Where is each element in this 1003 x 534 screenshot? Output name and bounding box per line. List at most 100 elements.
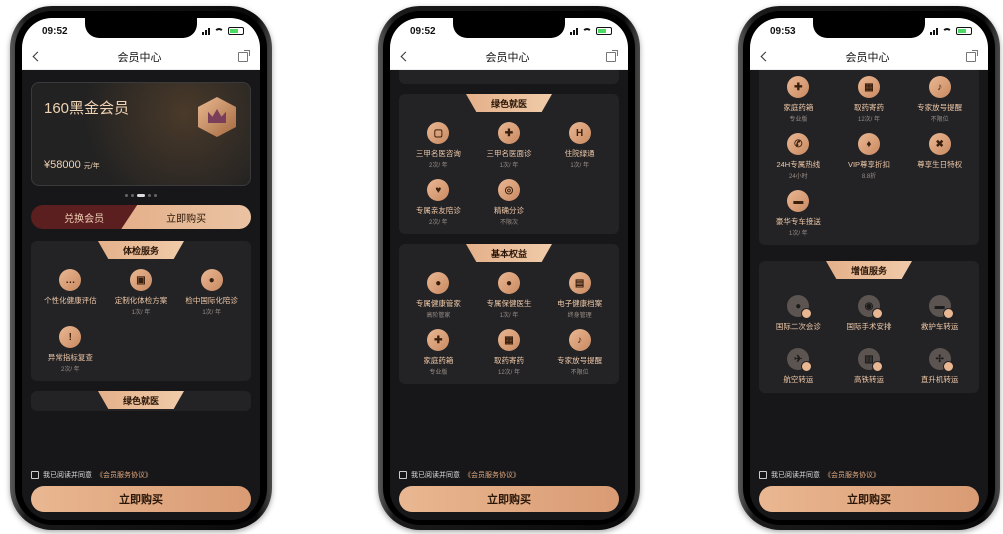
share-icon[interactable]: [238, 49, 250, 62]
status-time: 09:53: [770, 25, 796, 37]
vip-icon: ♦: [857, 133, 880, 155]
agreement-link[interactable]: 《会员服务协议》: [824, 470, 880, 480]
benefit-item[interactable]: ♪ 专家放号提醒 不限位: [544, 329, 615, 376]
benefit-label: 专属健康管家: [415, 299, 461, 308]
buy-now-button[interactable]: 立即购买: [759, 486, 979, 512]
agreement-row: 我已阅读并同意 《会员服务协议》: [399, 470, 619, 480]
benefit-item[interactable]: ● 国际二次会诊: [763, 295, 834, 332]
carousel-dots[interactable]: [31, 194, 251, 197]
helicopter-icon: ✢: [928, 348, 954, 372]
nav-bar: 会员中心: [22, 44, 260, 70]
gift-icon: ✖: [928, 133, 951, 155]
benefit-item[interactable]: ♦ VIP尊享折扣 8.8折: [834, 133, 905, 180]
nav-bar: 会员中心: [390, 44, 628, 70]
benefit-label: 取药寄药: [853, 103, 884, 112]
benefit-sub: 不限位: [570, 370, 589, 376]
benefit-item[interactable]: ✚ 家庭药箱专业版: [403, 329, 474, 376]
benefit-item[interactable]: ▥ 高铁转运: [834, 348, 905, 385]
benefit-item[interactable]: ◉ 国际手术安排: [834, 295, 905, 332]
phone-3: 09:53 会员中心 ✚ 家庭药箱 专业版 ▦ 取药寄药 12次/ 年 ♪ 专家放号提醒不…: [738, 6, 1000, 530]
benefit-item[interactable]: ! 异常指标复查 2次/ 年: [35, 326, 106, 373]
section-title: 基本权益: [466, 244, 552, 262]
benefit-item[interactable]: … 个性化健康评估: [35, 269, 106, 316]
benefit-label: 三甲名医面诊: [486, 149, 532, 158]
benefit-sub: 8.8折: [861, 174, 877, 180]
benefit-item[interactable]: ● 检中国际化陪诊 1次/ 年: [176, 269, 247, 316]
benefit-label: 国际二次会诊: [775, 322, 821, 331]
stage: 09:52 会员中心 160黑金会员 ¥58000 元/年 兑换会员 立即购买: [0, 0, 1003, 534]
benefit-grid: ✚ 家庭药箱 专业版 ▦ 取药寄药 12次/ 年 ♪ 专家放号提醒 不限位 ✆ 24H专属热线…: [763, 76, 975, 237]
benefit-item[interactable]: ♥ 专属亲友陪诊 2次/ 年: [403, 179, 474, 226]
agree-checkbox[interactable]: [31, 471, 39, 479]
benefit-sub: 专业版: [429, 370, 448, 376]
benefit-item[interactable]: ▬ 豪华专车接送 1次/ 年: [763, 190, 834, 237]
benefit-item[interactable]: ▬ 救护车转运: [904, 295, 975, 332]
agreement-link[interactable]: 《会员服务协议》: [464, 470, 520, 480]
section-checkup: 体检服务 … 个性化健康评估 ▣ 定制化体检方案 1次/ 年 ● 检中国际化陪诊 1次/ …: [31, 241, 251, 381]
benefit-item[interactable]: ▦ 取药寄药 12次/ 年: [474, 329, 545, 376]
membership-card[interactable]: 160黑金会员 ¥58000 元/年: [31, 82, 251, 186]
target-icon: ◎: [497, 179, 520, 201]
section-basic-rights: ✚ 家庭药箱 专业版 ▦ 取药寄药 12次/ 年 ♪ 专家放号提醒 不限位 ✆ 24H专属热线…: [759, 70, 979, 245]
signal-icon: [570, 27, 578, 35]
benefit-sub: 24小时: [788, 174, 808, 180]
benefit-item[interactable]: ✈ 航空转运: [763, 348, 834, 385]
agreement-link[interactable]: 《会员服务协议》: [96, 470, 152, 480]
benefit-item[interactable]: ✖ 尊享生日特权: [904, 133, 975, 180]
benefit-label: 住院绿通: [564, 149, 595, 158]
benefit-grid: ▢ 三甲名医咨询 2次/ 年 ✚ 三甲名医面诊 1次/ 年 H 住院绿通 1次/ 年 ♥ 专属…: [403, 122, 615, 226]
benefit-item[interactable]: ▦ 取药寄药 12次/ 年: [834, 76, 905, 123]
content: 160黑金会员 ¥58000 元/年 兑换会员 立即购买 体检服务 … 个性化健康…: [22, 70, 260, 466]
benefit-item[interactable]: ♪ 专家放号提醒 不限位: [904, 76, 975, 123]
phone-2: 09:52 会员中心 绿色就医 ▢ 三甲名医咨询 2次/ 年 ✚ 三甲名医面诊 1次/ …: [378, 6, 640, 530]
person-icon: ●: [427, 272, 450, 294]
back-icon[interactable]: [760, 51, 771, 62]
benefit-item[interactable]: ● 专属保健医生 1次/ 年: [474, 272, 545, 319]
benefit-item[interactable]: ✆ 24H专属热线 24小时: [763, 133, 834, 180]
share-icon[interactable]: [606, 49, 618, 62]
share-icon[interactable]: [966, 49, 978, 62]
agree-checkbox[interactable]: [399, 471, 407, 479]
benefit-sub: 终身管理: [567, 313, 592, 319]
bottom-bar: 我已阅读并同意 《会员服务协议》 立即购买: [750, 466, 988, 520]
benefit-label: 取药寄药: [493, 356, 524, 365]
benefit-item[interactable]: ▢ 三甲名医咨询 2次/ 年: [403, 122, 474, 169]
benefit-item[interactable]: ▣ 定制化体检方案 1次/ 年: [106, 269, 177, 316]
benefit-label: 检中国际化陪诊: [185, 296, 238, 305]
benefit-grid: ● 国际二次会诊 ◉ 国际手术安排 ▬ 救护车转运 ✈ 航空转运 ▥ 高铁转运 ✢ 直升机转…: [763, 295, 975, 385]
hospital-icon: H: [568, 122, 591, 144]
benefit-item[interactable]: ● 专属健康管家 高阶管家: [403, 272, 474, 319]
section-value-added: 增值服务 ● 国际二次会诊 ◉ 国际手术安排 ▬ 救护车转运 ✈ 航空转运 ▥ 高铁转运 …: [759, 261, 979, 393]
benefit-label: VIP尊享折扣: [847, 160, 891, 169]
benefit-item[interactable]: H 住院绿通 1次/ 年: [544, 122, 615, 169]
benefit-sub: 2次/ 年: [60, 367, 80, 373]
benefit-label: 航空转运: [783, 375, 814, 384]
benefit-item[interactable]: ◎ 精确分诊 不限次: [474, 179, 545, 226]
page-title: 会员中心: [485, 51, 530, 64]
nurse-icon: ●: [497, 272, 520, 294]
section-title: 增值服务: [826, 261, 912, 279]
benefit-label: 家庭药箱: [783, 103, 814, 112]
benefit-sub: 12次/ 年: [497, 370, 520, 376]
battery-icon: [596, 27, 612, 35]
buy-now-button[interactable]: 立即购买: [31, 486, 251, 512]
medkit-icon: ✚: [427, 329, 450, 351]
back-icon[interactable]: [32, 51, 43, 62]
benefit-item[interactable]: ✚ 家庭药箱 专业版: [763, 76, 834, 123]
tab-redeem[interactable]: 兑换会员: [31, 205, 138, 229]
battery-icon: [956, 27, 972, 35]
car-icon: ▬: [787, 190, 810, 212]
benefit-label: 家庭药箱: [423, 356, 454, 365]
back-icon[interactable]: [400, 51, 411, 62]
agree-checkbox[interactable]: [759, 471, 767, 479]
benefit-item[interactable]: ✚ 三甲名医面诊 1次/ 年: [474, 122, 545, 169]
tab-buy[interactable]: 立即购买: [121, 205, 251, 229]
benefit-label: 专属亲友陪诊: [415, 206, 461, 215]
section-title: 绿色就医: [466, 94, 552, 112]
benefit-label: 豪华专车接送: [775, 217, 821, 226]
buy-now-button[interactable]: 立即购买: [399, 486, 619, 512]
purchase-tabs: 兑换会员 立即购买: [31, 205, 251, 229]
benefit-item[interactable]: ✢ 直升机转运: [904, 348, 975, 385]
benefit-sub: 专业版: [789, 117, 808, 123]
benefit-item[interactable]: ▤ 电子健康档案 终身管理: [544, 272, 615, 319]
